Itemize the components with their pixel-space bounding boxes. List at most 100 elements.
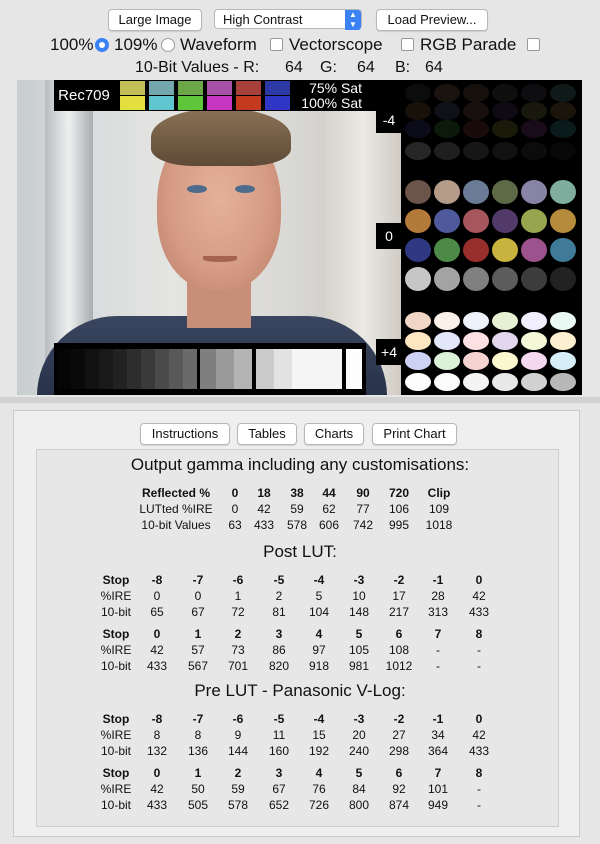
swatch-dot xyxy=(405,84,431,102)
vectorscope-checkbox[interactable] xyxy=(401,38,414,51)
swatch-dot xyxy=(521,120,547,138)
swatch-dot xyxy=(521,84,547,102)
table-cell: 34 xyxy=(431,728,445,742)
value-g-label: G: xyxy=(320,59,337,76)
swatch-dot xyxy=(492,352,518,370)
preview-viewer[interactable]: Rec709 75% Sat 100% Sat -4 0 +4 xyxy=(17,80,582,395)
table-cell: 2 xyxy=(234,766,242,780)
contrast-select[interactable]: High Contrast ▲ ▼ xyxy=(214,9,362,30)
swatch-dot xyxy=(492,120,518,138)
sat100-label: 100% Sat xyxy=(301,95,362,111)
swatch-dot xyxy=(492,332,518,350)
table-cell: 109 xyxy=(428,502,450,516)
table-cell: 76 xyxy=(312,782,326,796)
table-cell: -7 xyxy=(192,712,204,726)
tab-print-chart[interactable]: Print Chart xyxy=(372,423,457,445)
swatch-dot xyxy=(550,102,576,120)
swatch-dot xyxy=(405,352,431,370)
swatch-75-1 xyxy=(149,81,174,95)
swatch-dot xyxy=(405,142,431,160)
ten-bit-values: 10-Bit Values - R: 64 G: 64 B: 64 xyxy=(0,57,600,79)
table-cell: %IRE xyxy=(100,589,132,603)
table-cell: %IRE xyxy=(100,643,132,657)
table-cell: 17 xyxy=(392,589,406,603)
table-cell: -4 xyxy=(313,712,325,726)
table-cell: 101 xyxy=(427,782,449,796)
gray-step xyxy=(113,349,127,389)
table-cell: 57 xyxy=(191,643,205,657)
output-gamma-title: Output gamma including any customisation… xyxy=(130,455,470,474)
swatch-75-3 xyxy=(207,81,232,95)
radio-109[interactable] xyxy=(161,38,175,52)
table-cell: 433 xyxy=(468,744,490,758)
subject-eye-left xyxy=(187,185,207,193)
table-cell: 192 xyxy=(308,744,330,758)
swatch-dot xyxy=(463,312,489,330)
tab-charts[interactable]: Charts xyxy=(304,423,364,445)
table-cell: -2 xyxy=(393,573,405,587)
rgb-parade-checkbox[interactable] xyxy=(527,38,540,51)
table-cell: 15 xyxy=(312,728,326,742)
table-cell: 67 xyxy=(191,605,205,619)
table-cell: 433 xyxy=(468,605,490,619)
table-cell: 8 xyxy=(194,728,202,742)
swatch-100-0 xyxy=(120,96,145,110)
table-cell: 567 xyxy=(187,659,209,673)
swatch-dot xyxy=(405,373,431,391)
swatch-dot xyxy=(492,373,518,391)
gray-step xyxy=(169,349,183,389)
swatch-dot xyxy=(434,238,460,262)
swatch-dot xyxy=(550,312,576,330)
table-cell: -4 xyxy=(313,573,325,587)
table-cell: 1 xyxy=(234,589,242,603)
table-cell: 6 xyxy=(395,627,403,641)
value-g: 64 xyxy=(357,59,375,76)
swatch-100-1 xyxy=(149,96,174,110)
tab-tables[interactable]: Tables xyxy=(237,423,297,445)
swatch-dot xyxy=(521,312,547,330)
table-cell: 742 xyxy=(352,518,374,532)
ev-zero-label: 0 xyxy=(376,223,402,249)
swatch-dot xyxy=(434,267,460,291)
swatch-dot xyxy=(434,373,460,391)
table-cell: 27 xyxy=(392,728,406,742)
exposure-swatches xyxy=(401,80,582,395)
tab-instructions[interactable]: Instructions xyxy=(140,423,230,445)
swatch-dot xyxy=(492,142,518,160)
table-cell: Stop xyxy=(102,712,130,726)
swatch-100-4 xyxy=(236,96,261,110)
gray-ramp xyxy=(54,343,366,395)
swatch-dot xyxy=(550,209,576,233)
table-cell: 42 xyxy=(472,728,486,742)
table-cell: 3 xyxy=(275,766,283,780)
swatch-dot xyxy=(521,352,547,370)
table-cell: 9 xyxy=(234,728,242,742)
swatch-dot xyxy=(521,238,547,262)
table-cell: 4 xyxy=(315,766,323,780)
table-cell: 90 xyxy=(356,486,370,500)
waveform-checkbox[interactable] xyxy=(270,38,283,51)
radio-100[interactable] xyxy=(95,38,109,52)
swatch-dot xyxy=(492,267,518,291)
table-cell: Stop xyxy=(102,627,130,641)
swatch-dot xyxy=(463,142,489,160)
swatch-dot xyxy=(405,238,431,262)
table-cell: 0 xyxy=(475,712,483,726)
values-label: 10-Bit Values - R: xyxy=(135,59,260,76)
table-cell: 73 xyxy=(231,643,245,657)
table-cell: 65 xyxy=(150,605,164,619)
gray-step xyxy=(292,349,342,389)
swatch-dot xyxy=(550,180,576,204)
table-cell: 1018 xyxy=(425,518,453,532)
swatch-dot xyxy=(405,209,431,233)
subject-eye-right xyxy=(235,185,255,193)
rec709-label: Rec709 xyxy=(54,80,114,111)
table-cell: 8 xyxy=(475,766,483,780)
load-preview-button[interactable]: Load Preview... xyxy=(376,9,488,31)
table-cell: -5 xyxy=(273,573,285,587)
table-cell: 7 xyxy=(434,766,442,780)
table-cell: 10 xyxy=(352,589,366,603)
large-image-button[interactable]: Large Image xyxy=(108,9,202,31)
table-cell: 820 xyxy=(268,659,290,673)
subject-hair xyxy=(151,108,291,166)
